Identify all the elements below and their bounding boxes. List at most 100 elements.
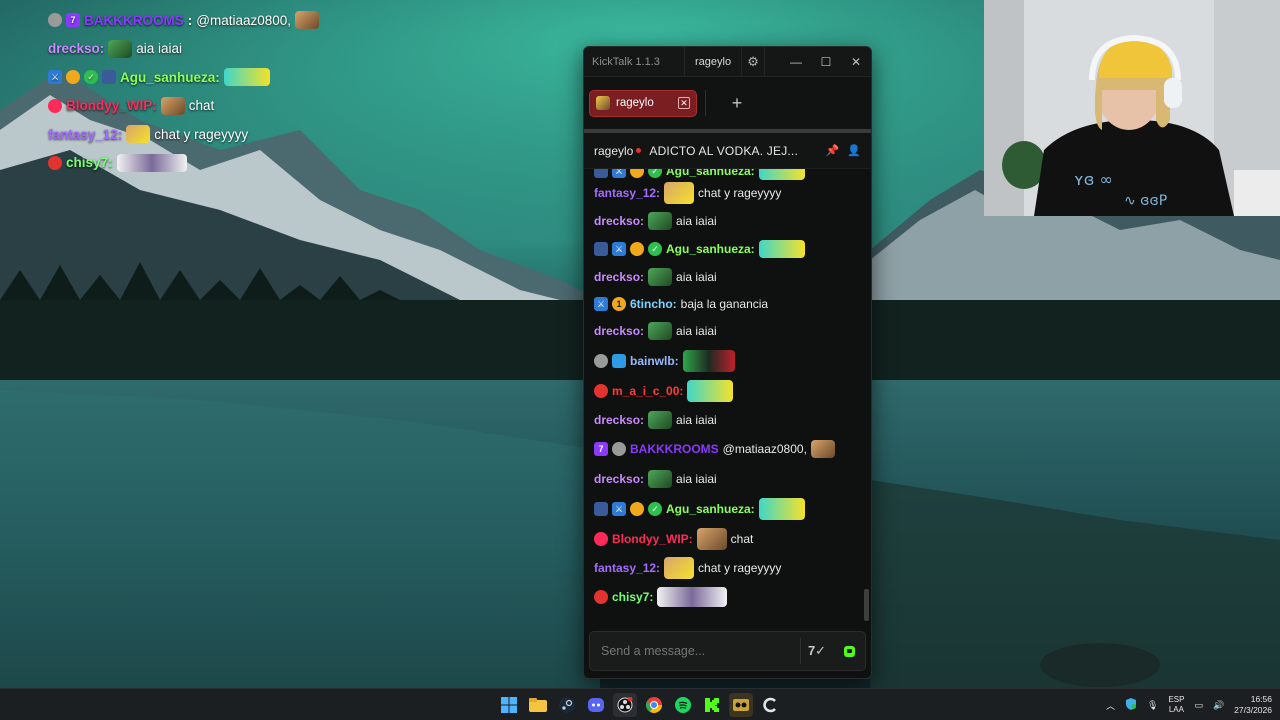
chat-username[interactable]: dreckso:: [594, 472, 644, 486]
channel-name[interactable]: rageylo: [594, 144, 633, 158]
chat-text: aia iaiai: [676, 412, 717, 427]
coin-badge-icon: [630, 502, 644, 516]
close-button[interactable]: ✕: [841, 47, 871, 77]
chat-username[interactable]: 6tincho:: [630, 297, 677, 311]
title-bar[interactable]: KickTalk 1.1.3 rageylo ⚙ — ☐ ✕: [584, 47, 871, 77]
volume-icon[interactable]: 🔊: [1213, 700, 1224, 711]
chat-username[interactable]: Agu_sanhueza:: [666, 169, 755, 178]
microphone-icon[interactable]: 🎙: [1147, 700, 1158, 711]
sponge-emote-icon: [687, 379, 734, 402]
chat-message: chisy7:: [594, 582, 861, 612]
chat-message: Blondyy_WIP: chat: [594, 524, 861, 553]
chat-username[interactable]: Agu_sanhueza:: [666, 502, 755, 516]
gift-badge-icon: [594, 502, 608, 516]
cat-emote-icon: [810, 440, 835, 458]
system-tray: ︿ 🎙 ESP LAA ▭ 🔊 16:56 27/3/2026: [1106, 689, 1272, 720]
skull-badge-icon: [594, 383, 608, 398]
chat-text: chat: [730, 531, 754, 546]
7tv-emote-button[interactable]: 7✓: [801, 643, 833, 659]
chat-messages[interactable]: ⚔ ✓ Agu_sanhueza: fantasy_12: chat y rag…: [584, 169, 871, 621]
chat-message: fantasy_12: chat y rageyyyy: [594, 179, 861, 207]
sub-badge-icon: 7: [66, 13, 80, 28]
moon-badge-icon: [612, 442, 626, 456]
chrome-icon[interactable]: [642, 693, 666, 717]
notepad-app-icon[interactable]: [729, 693, 753, 717]
chat-username[interactable]: fantasy_12:: [594, 186, 660, 200]
user-icon[interactable]: 👤: [847, 144, 861, 157]
fire-badge-icon: [48, 155, 62, 170]
discord-icon[interactable]: [584, 693, 608, 717]
stream-title: ADICTO AL VODKA. JEJ...: [649, 143, 799, 158]
windows-start-icon[interactable]: [497, 693, 521, 717]
shield-icon[interactable]: [1125, 698, 1137, 712]
add-tab-button[interactable]: +: [722, 88, 752, 118]
message-input[interactable]: [601, 644, 781, 658]
chevron-up-icon[interactable]: ︿: [1106, 699, 1115, 712]
current-user[interactable]: rageylo: [684, 47, 741, 77]
sword-badge-icon: ⚔: [612, 169, 626, 178]
live-indicator: [636, 148, 642, 153]
chat-text: chat y rageyyyy: [698, 186, 782, 200]
chat-message: ⚔ ✓ Agu_sanhueza:: [594, 494, 861, 524]
pepe-emote-icon: [108, 39, 133, 58]
chat-scrollbar[interactable]: [864, 589, 869, 621]
app-title: KickTalk 1.1.3: [592, 55, 660, 68]
overlay-username: fantasy_12:: [48, 126, 123, 142]
chat-username[interactable]: bainwlb:: [630, 354, 679, 368]
chat-username[interactable]: dreckso:: [594, 214, 644, 228]
chat-username[interactable]: BAKKKROOMS: [630, 442, 719, 456]
chat-message: ⚔ ✓ Agu_sanhueza:: [594, 169, 861, 180]
coin-badge-icon: [630, 242, 644, 256]
svg-text:ʏɞ ∞: ʏɞ ∞: [1074, 170, 1113, 189]
obs-icon[interactable]: [613, 693, 637, 717]
moon-badge-icon: [594, 353, 608, 368]
chat-username[interactable]: Agu_sanhueza:: [666, 242, 755, 256]
tab-close-icon[interactable]: ✕: [678, 97, 690, 109]
chat-username[interactable]: dreckso:: [594, 270, 644, 284]
network-icon[interactable]: ▭: [1194, 700, 1203, 711]
chat-username[interactable]: chisy7:: [612, 590, 653, 604]
target-badge-icon: [594, 531, 608, 546]
sponge-emote-icon: [758, 169, 805, 180]
cat-emote-icon: [126, 125, 151, 144]
channel-avatar: [596, 96, 610, 110]
chat-username[interactable]: Blondyy_WIP:: [612, 532, 693, 546]
sword-badge-icon: ⚔: [594, 297, 608, 311]
gear-icon[interactable]: ⚙: [741, 47, 766, 77]
tab-bar: rageylo ✕ +: [584, 77, 871, 129]
file-explorer-icon[interactable]: [526, 693, 550, 717]
maximize-button[interactable]: ☐: [811, 47, 841, 77]
cat-emote-icon: [664, 556, 695, 579]
windows-taskbar: ︿ 🎙 ESP LAA ▭ 🔊 16:56 27/3/2026: [0, 688, 1280, 720]
chat-text: @matiaaz0800,: [722, 442, 807, 456]
kick-emote-icon[interactable]: [833, 645, 865, 657]
chat-message: m_a_i_c_00:: [594, 376, 861, 405]
chat-username[interactable]: dreckso:: [594, 324, 644, 338]
clock[interactable]: 16:56 27/3/2026: [1234, 694, 1272, 716]
pepe-emote-icon: [648, 212, 673, 230]
overlay-chat-row: Blondyy_WIP: chat: [48, 92, 378, 121]
chat-username[interactable]: dreckso:: [594, 413, 644, 427]
overlay-message: @matiaaz0800,: [196, 12, 292, 28]
chat-message: dreckso: aia iaiai: [594, 405, 861, 434]
pepe-emote-icon: [648, 268, 673, 286]
sword-badge-icon: ⚔: [612, 242, 626, 256]
kicktalk-app-icon[interactable]: [758, 693, 782, 717]
language-indicator[interactable]: ESP LAA: [1168, 695, 1184, 715]
minimize-button[interactable]: —: [781, 47, 811, 77]
steam-icon[interactable]: [555, 693, 579, 717]
overlay-username: Agu_sanhueza:: [120, 69, 220, 85]
cat-emote-icon: [295, 11, 320, 30]
sub-badge-icon: 7: [594, 442, 608, 456]
tab-rageylo[interactable]: rageylo ✕: [589, 89, 697, 117]
overlay-username: chisy7:: [66, 155, 113, 171]
verified-badge-icon: ✓: [648, 169, 662, 178]
chat-text: chat y rageyyyy: [698, 560, 782, 575]
chat-username[interactable]: m_a_i_c_00:: [612, 384, 683, 398]
pin-icon[interactable]: 📌: [826, 144, 840, 157]
spotify-icon[interactable]: [671, 693, 695, 717]
chat-username[interactable]: fantasy_12:: [594, 561, 660, 575]
overlay-message: chat y rageyyyy: [154, 126, 249, 142]
fire-badge-icon: [594, 590, 608, 604]
kick-icon[interactable]: [700, 693, 724, 717]
